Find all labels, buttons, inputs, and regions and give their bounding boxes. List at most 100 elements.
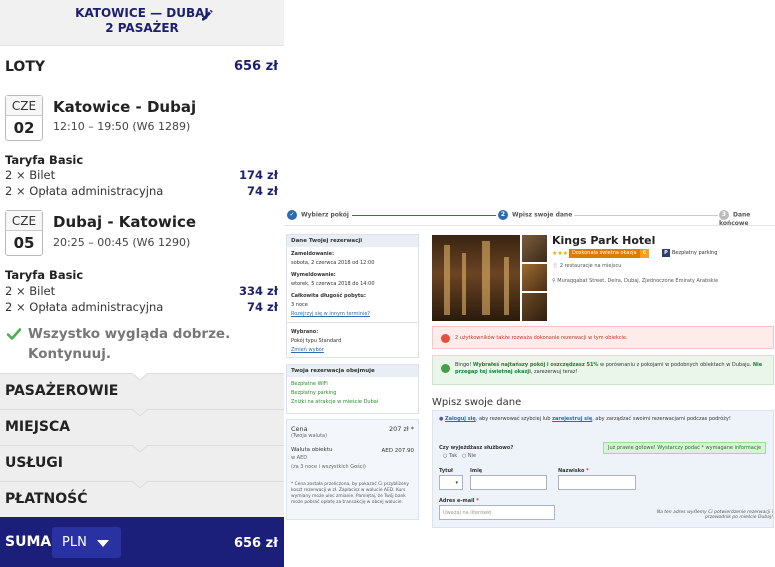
flight-time-outbound: 12:10 – 19:50 (W6 1289) (53, 120, 191, 133)
edit-pencil-icon[interactable] (200, 8, 214, 22)
email-label-text: Adres e-mail (439, 498, 475, 504)
hotel-address: ⚲ Muraqqabat Street, Deira, Dubaj, Zjedn… (552, 278, 718, 284)
interest-alert: 2 użytkowników także rozważa dokonanie r… (432, 326, 774, 349)
fare-row: 2 × Opłata administracyjna 74 zł (5, 184, 278, 200)
fare-label: 2 × Bilet (5, 284, 56, 298)
radio-yes[interactable]: ○ (443, 453, 447, 459)
includes-box: Twoja rezerwacja obejmuje Bezpłatne WiFi… (286, 364, 419, 414)
hotel-photo-gallery[interactable] (432, 235, 547, 321)
email-input[interactable]: Uważaj na literówki (439, 505, 555, 520)
date-day: 02 (13, 119, 35, 137)
user-icon: ● (439, 416, 444, 422)
fork-knife-icon: 🍴 (552, 263, 559, 269)
include-item: Bezpłatne WiFi (291, 381, 328, 387)
step-label: Wpisz swoje dane (512, 211, 573, 219)
object-currency-value: AED 207.90 (381, 448, 414, 454)
box-header: Dane Twojej rezerwacji (287, 235, 418, 247)
accordion-payment[interactable]: PŁATNOŚĆ (0, 481, 284, 517)
hotel-thumb-photo[interactable] (522, 293, 547, 321)
first-name-input[interactable] (470, 475, 547, 490)
business-question: Czy wyjeżdżasz służbowo? (439, 445, 514, 451)
flights-total: 656 zł (233, 59, 278, 74)
fare-amount: 74 zł (247, 300, 278, 314)
price-value: 207 zł * (388, 425, 414, 433)
currency-select[interactable]: PLN (52, 527, 121, 558)
deal-alert: Bingo! Wybrałeś najtańszy pokój i oszczę… (432, 355, 774, 385)
hotel-booking-panel: ✓ Wybierz pokój 2 Wpisz swoje dane 3 Dane k… (284, 204, 775, 567)
step-number: 2 (498, 210, 508, 220)
object-currency-sub: w AED (291, 455, 308, 461)
booking-summary-panel: KATOWICE — DUBAJ 2 PASAŻER LOTY 656 zł C… (0, 0, 284, 567)
register-link[interactable]: zarejestruj się (552, 416, 592, 422)
accordion-seats[interactable]: MIEJSCA (0, 409, 284, 445)
title-label: Tytuł (439, 468, 453, 474)
route-header[interactable]: KATOWICE — DUBAJ 2 PASAŻER (0, 0, 284, 46)
total-amount: 656 zł (233, 536, 278, 551)
flights-title: LOTY (5, 59, 46, 75)
email-label: Adres e-mail * (439, 498, 479, 504)
fare-title-outbound: Taryfa Basic (5, 153, 84, 167)
date-day: 05 (13, 234, 35, 252)
first-name-label: Imię (470, 468, 482, 474)
step-connector (574, 215, 718, 216)
passenger-count: 2 PASAŻER (105, 21, 179, 35)
fare-amount: 334 zł (239, 284, 278, 298)
login-link[interactable]: Zaloguj się (445, 416, 476, 422)
step-3: 3 Dane końcowe (719, 210, 775, 227)
flight-route-outbound: Katowice - Dubaj (53, 98, 197, 116)
chosen-label: Wybrano: (291, 329, 319, 335)
chevron-down-icon (132, 373, 148, 381)
parking-badge: P Bezpłatny parking (662, 249, 717, 257)
hotel-main-photo[interactable] (432, 235, 520, 321)
fare-label: 2 × Bilet (5, 168, 56, 182)
radio-no-label: Nie (467, 453, 477, 459)
business-radio-group: ○ Tak ○ Nie (443, 453, 476, 459)
chevron-down-icon (132, 481, 148, 489)
rating-badge: Doskonała świetna okazja (569, 249, 640, 258)
length-label: Całkowita długość pobytu: (291, 293, 366, 299)
price-sub: (Twoja waluta) (291, 433, 328, 439)
deal-text: w porównaniu z pokojami w podobnych obie… (600, 362, 752, 368)
price-box: Cena (Twoja waluta) 207 zł * Waluta obie… (286, 419, 419, 520)
fare-label: 2 × Opłata administracyjna (5, 300, 164, 314)
fare-row: 2 × Bilet 334 zł (5, 284, 278, 300)
accordion-label: MIEJSCA (5, 419, 71, 435)
checkin-value: sobota, 2 czerwca 2018 od 12:00 (291, 260, 375, 266)
length-value: 3 noce (291, 302, 308, 308)
accordion-label: PŁATNOŚĆ (5, 491, 88, 507)
login-mid-text: , aby rezerwować szybciej lub (475, 416, 551, 422)
hotel-thumb-photo[interactable] (522, 235, 547, 262)
deal-prefix: Bingo! (455, 362, 472, 368)
caret-down-icon (97, 540, 109, 547)
step-connector (352, 215, 496, 216)
status-line-1: Wszystko wygląda dobrze. (28, 326, 231, 342)
flight-time-return: 20:25 – 00:45 (W6 1290) (53, 236, 191, 249)
include-item: Zniżki na atrakcje w mieście Dubai (291, 399, 379, 405)
radio-no[interactable]: ○ (462, 453, 466, 459)
accordion-services[interactable]: USŁUGI (0, 445, 284, 481)
parking-label: Bezpłatny parking (672, 250, 718, 256)
first-name-label-text: Imię (470, 468, 483, 474)
address-text: Muraqqabat Street, Deira, Dubaj, Zjednoc… (557, 278, 719, 284)
surname-input[interactable] (558, 475, 636, 490)
progress-steps: ✓ Wybierz pokój 2 Wpisz swoje dane 3 Dane k… (284, 204, 775, 227)
surname-label: Nazwisko * (558, 468, 589, 474)
title-select[interactable]: ▾ (439, 475, 463, 490)
change-dates-link[interactable]: Rozejrzyj się w innym terminie? (287, 310, 418, 319)
fare-amount: 174 zł (239, 168, 278, 182)
currency-value: PLN (62, 535, 87, 550)
step-1: ✓ Wybierz pokój (287, 210, 349, 220)
status-message: Wszystko wygląda dobrze. Kontynuuj. (28, 324, 268, 364)
route-text: KATOWICE — DUBAJ (75, 6, 209, 20)
nights-note: (za 3 noce i wszystkich Gości) (291, 464, 366, 470)
date-dow: CZE (6, 211, 42, 231)
chevron-down-icon (132, 445, 148, 453)
checkin-label: Zameldowanie: (291, 251, 334, 257)
accordion-passengers[interactable]: PASAŻEROWIE (0, 373, 284, 409)
restaurants-info: 🍴 2 restauracje na miejscu (552, 263, 621, 269)
change-choice-link[interactable]: Zmień wybór (287, 346, 418, 355)
reservation-details-box: Dane Twojej rezerwacji Zameldowanie: sob… (286, 234, 419, 358)
hotel-thumb-photo[interactable] (522, 264, 547, 291)
fare-row: 2 × Opłata administracyjna 74 zł (5, 300, 278, 316)
users-icon (441, 334, 450, 343)
